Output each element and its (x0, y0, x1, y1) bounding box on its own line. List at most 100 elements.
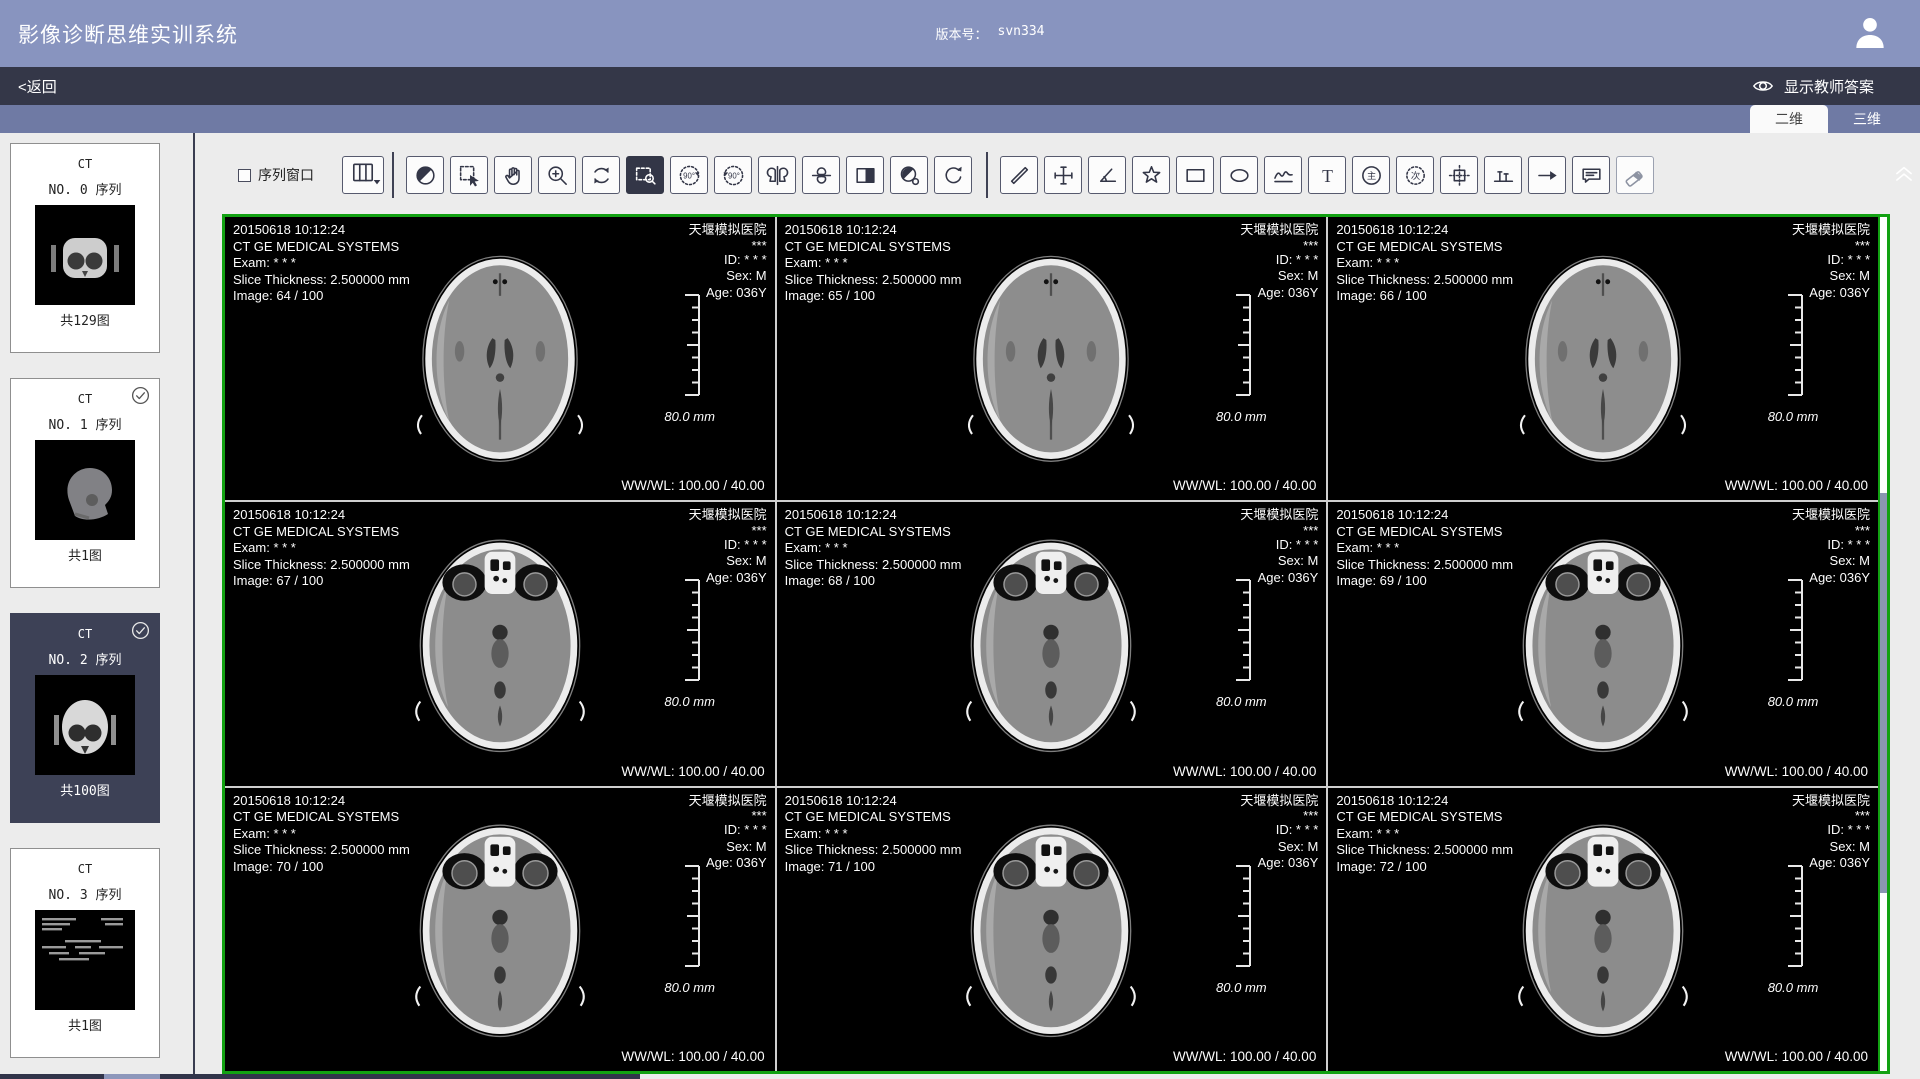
measure-cross-button[interactable] (1044, 156, 1082, 194)
marker-primary-button[interactable]: 主 (1352, 156, 1390, 194)
app-title: 影像诊断思维实训系统 (18, 19, 238, 49)
curve-roi-button[interactable] (1264, 156, 1302, 194)
arrow-annotation-button[interactable] (1528, 156, 1566, 194)
viewport-cell[interactable]: 20150618 10:12:24 CT GE MEDICAL SYSTEMS … (225, 502, 775, 785)
zoom-region-button[interactable] (626, 156, 664, 194)
image-index: Image: 66 / 100 (1336, 288, 1513, 305)
cell-overlay-top-right: 天堰模拟医院 *** ID: * * * Sex: M Age: 036Y (689, 222, 767, 301)
viewer-scrollbar-thumb[interactable] (1880, 493, 1887, 893)
series-window-label: 序列窗口 (258, 165, 314, 185)
eye-icon (1751, 74, 1775, 98)
hospital-name: 天堰模拟医院 (689, 507, 767, 524)
image-index: Image: 72 / 100 (1336, 859, 1513, 876)
series-card[interactable]: CT NO. 2 序列 共100图 (10, 613, 160, 823)
star-button[interactable] (1132, 156, 1170, 194)
ruler-icon (1228, 578, 1254, 687)
series-window-checkbox[interactable] (238, 169, 251, 182)
viewport-cell[interactable]: 20150618 10:12:24 CT GE MEDICAL SYSTEMS … (1328, 788, 1878, 1071)
reset-button[interactable] (934, 156, 972, 194)
scale-label: 80.0 mm (1768, 980, 1819, 995)
series-card[interactable]: CT NO. 3 序列 共1图 (10, 848, 160, 1058)
study-datetime: 20150618 10:12:24 (785, 222, 962, 239)
viewport-cell[interactable]: 20150618 10:12:24 CT GE MEDICAL SYSTEMS … (225, 788, 775, 1071)
viewport-cell[interactable]: 20150618 10:12:24 CT GE MEDICAL SYSTEMS … (777, 217, 1327, 500)
ruler-icon (1228, 293, 1254, 402)
viewer-scrollbar[interactable] (1878, 217, 1887, 1071)
window-preset-button[interactable] (890, 156, 928, 194)
flip-vertical-button[interactable] (802, 156, 840, 194)
ruler-icon (1780, 578, 1806, 687)
histogram-button[interactable] (1484, 156, 1522, 194)
hospital-stars: *** (689, 239, 767, 252)
device-name: CT GE MEDICAL SYSTEMS (1336, 239, 1513, 256)
rotate-90-cw-button[interactable]: 90° (714, 156, 752, 194)
ct-slice-image (955, 526, 1147, 767)
window-width-level: WW/WL: 100.00 / 40.00 (621, 478, 764, 493)
viewport-cell[interactable]: 20150618 10:12:24 CT GE MEDICAL SYSTEMS … (777, 788, 1327, 1071)
hospital-stars: *** (1792, 524, 1870, 537)
device-name: CT GE MEDICAL SYSTEMS (233, 524, 410, 541)
locate-button[interactable] (1440, 156, 1478, 194)
window-level-button[interactable] (406, 156, 444, 194)
patient-id: ID: * * * (689, 822, 767, 839)
scale-label: 80.0 mm (1768, 409, 1819, 424)
show-teacher-answer-button[interactable]: 显示教师答案 (1751, 74, 1874, 98)
user-avatar-icon[interactable] (1850, 13, 1890, 58)
patient-id: ID: * * * (1792, 537, 1870, 554)
image-index: Image: 71 / 100 (785, 859, 962, 876)
cell-overlay-top-left: 20150618 10:12:24 CT GE MEDICAL SYSTEMS … (785, 222, 962, 305)
series-card[interactable]: CT NO. 1 序列 共1图 (10, 378, 160, 588)
pan-button[interactable] (494, 156, 532, 194)
scale-ruler: 80.0 mm (1750, 578, 1836, 709)
rotate-button[interactable] (582, 156, 620, 194)
measure-line-button[interactable] (1000, 156, 1038, 194)
ellipse-roi-button[interactable] (1220, 156, 1258, 194)
tab-2d[interactable]: 二维 (1750, 105, 1828, 133)
slice-thickness: Slice Thickness: 2.500000 mm (785, 557, 962, 574)
viewport-cell[interactable]: 20150618 10:12:24 CT GE MEDICAL SYSTEMS … (777, 502, 1327, 785)
viewport-cell[interactable]: 20150618 10:12:24 CT GE MEDICAL SYSTEMS … (1328, 502, 1878, 785)
patient-id: ID: * * * (1792, 822, 1870, 839)
rotate-90-ccw-button[interactable]: 90° (670, 156, 708, 194)
viewport-cell[interactable]: 20150618 10:12:24 CT GE MEDICAL SYSTEMS … (225, 217, 775, 500)
sidebar-scrollbar-thumb[interactable] (104, 1074, 160, 1079)
window-width-level: WW/WL: 100.00 / 40.00 (1725, 478, 1868, 493)
rect-roi-button[interactable] (1176, 156, 1214, 194)
zoom-in-button[interactable] (538, 156, 576, 194)
toolbar-divider (392, 152, 394, 198)
exam-label: Exam: * * * (233, 255, 410, 272)
cell-overlay-top-right: 天堰模拟医院 *** ID: * * * Sex: M Age: 036Y (1240, 507, 1318, 586)
scale-ruler: 80.0 mm (1198, 578, 1284, 709)
slice-thickness: Slice Thickness: 2.500000 mm (785, 272, 962, 289)
patient-sex: Sex: M (1792, 839, 1870, 856)
collapse-toolbar-chevron-icon[interactable] (1891, 160, 1917, 191)
hospital-name: 天堰模拟医院 (1792, 507, 1870, 524)
study-datetime: 20150618 10:12:24 (785, 793, 962, 810)
ct-slice-image (404, 526, 596, 767)
slice-thickness: Slice Thickness: 2.500000 mm (1336, 557, 1513, 574)
layout-grid-button[interactable] (342, 156, 384, 194)
scale-label: 80.0 mm (664, 409, 715, 424)
image-index: Image: 70 / 100 (233, 859, 410, 876)
patient-id: ID: * * * (1240, 537, 1318, 554)
comment-button[interactable] (1572, 156, 1610, 194)
scale-label: 80.0 mm (1216, 694, 1267, 709)
study-datetime: 20150618 10:12:24 (1336, 222, 1513, 239)
measure-angle-button[interactable] (1088, 156, 1126, 194)
viewport-cell[interactable]: 20150618 10:12:24 CT GE MEDICAL SYSTEMS … (1328, 217, 1878, 500)
flip-horizontal-button[interactable] (758, 156, 796, 194)
check-circle-icon (130, 385, 151, 410)
svg-text:主: 主 (1366, 169, 1375, 180)
device-name: CT GE MEDICAL SYSTEMS (233, 239, 410, 256)
text-annotation-button[interactable]: T (1308, 156, 1346, 194)
marker-secondary-button[interactable]: 次 (1396, 156, 1434, 194)
select-button[interactable] (450, 156, 488, 194)
ruler-icon (677, 293, 703, 402)
tab-3d[interactable]: 三维 (1828, 105, 1906, 133)
series-card[interactable]: CT NO. 0 序列 共129图 (10, 143, 160, 353)
invert-button[interactable] (846, 156, 884, 194)
ruler-icon (1780, 293, 1806, 402)
toolbar-divider (986, 152, 988, 198)
ct-slice-image (957, 244, 1145, 477)
back-button[interactable]: <返回 (18, 76, 57, 97)
